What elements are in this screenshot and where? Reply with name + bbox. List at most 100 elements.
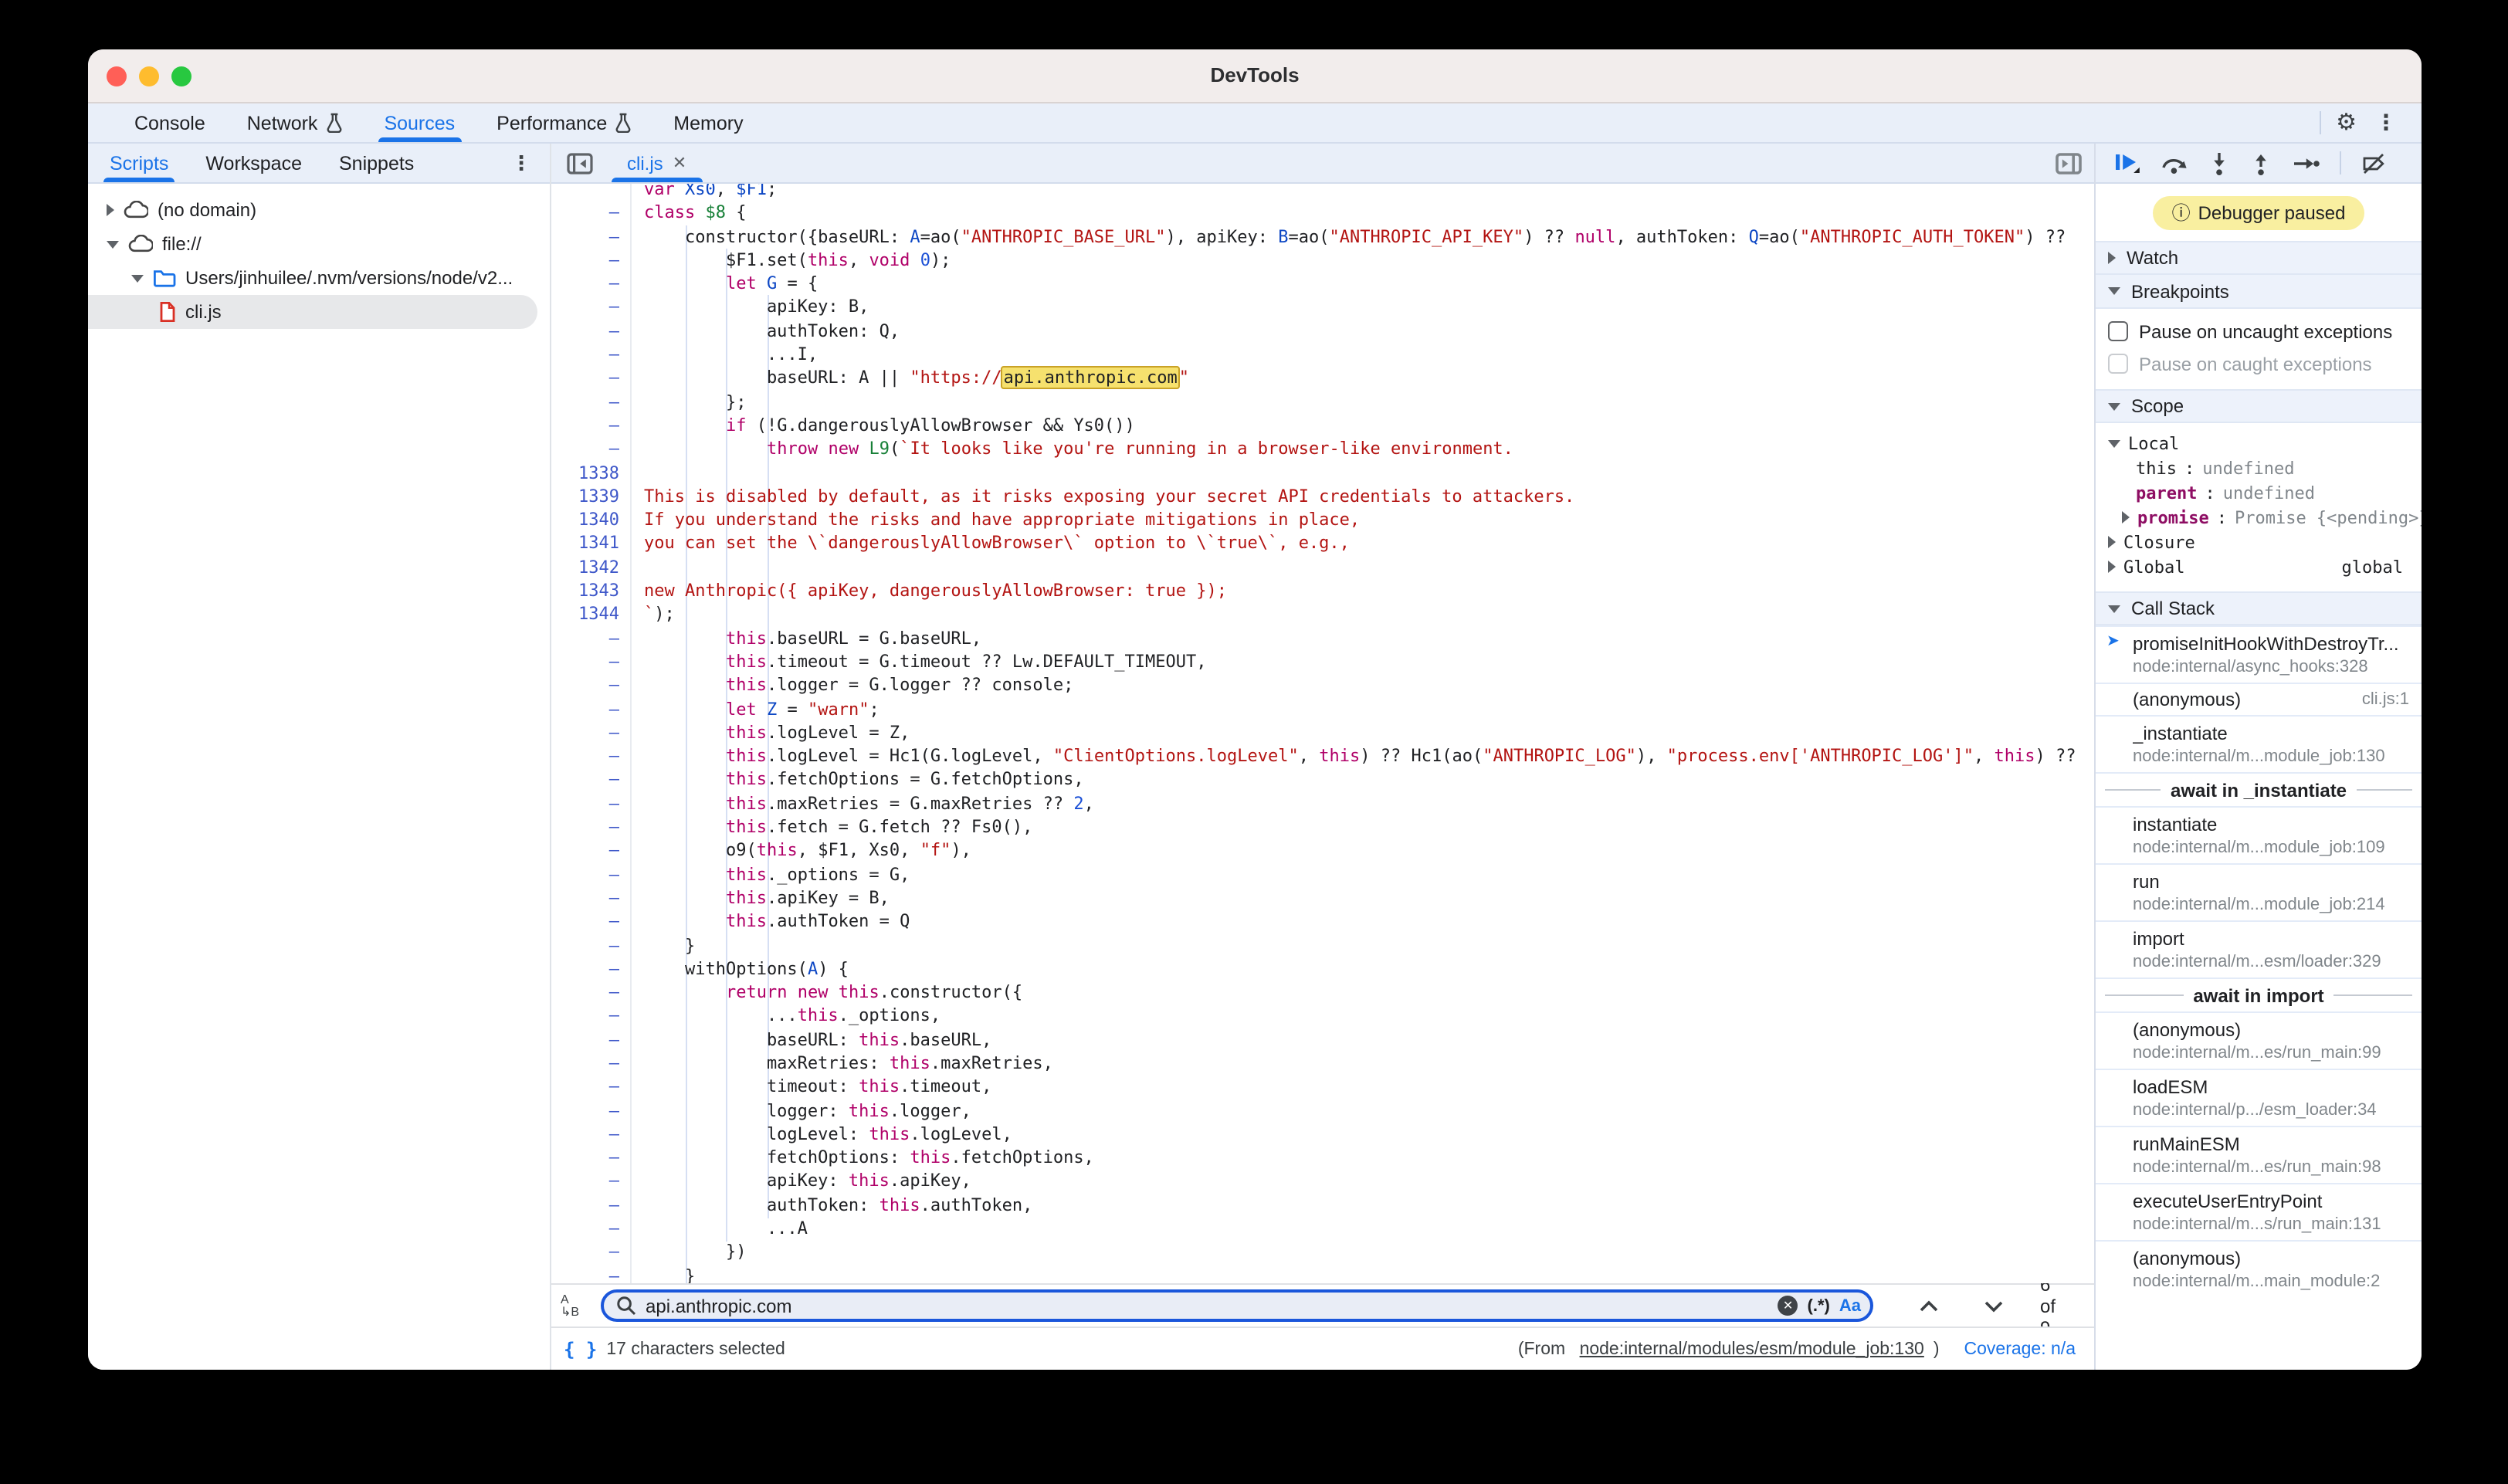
code-text[interactable]: this.fetch = G.fetch ?? Fs0(), [632,815,1032,839]
gutter-cell[interactable]: – [551,1005,632,1028]
tab-network[interactable]: Network [247,103,343,142]
code-line[interactable]: 1344`); [551,603,2094,627]
code-text[interactable]: this.logLevel = Hc1(G.logLevel, "ClientO… [632,744,2076,768]
code-text[interactable]: this._options = G, [632,862,910,886]
code-line[interactable]: – fetchOptions: this.fetchOptions, [551,1146,2094,1170]
show-debugger-panel-icon[interactable] [2056,152,2082,174]
previous-match-icon[interactable] [1920,1299,1938,1312]
callstack-frame[interactable]: importnode:internal/m...esm/loader:329 [2096,920,2422,977]
gutter-cell[interactable]: – [551,721,632,745]
code-line[interactable]: – this.logLevel = Z, [551,721,2094,745]
gutter-cell[interactable]: – [551,343,632,367]
search-input[interactable]: api.anthropic.com ✕ (.*) Aa [601,1289,1873,1322]
code-line[interactable]: – if (!G.dangerouslyAllowBrowser && Ys0(… [551,414,2094,438]
gutter-cell[interactable]: – [551,249,632,273]
tab-sources[interactable]: Sources [384,103,455,142]
scope-entry[interactable]: parent: undefined [2096,480,2422,505]
scope-closure[interactable]: Closure [2096,530,2422,554]
gutter-cell[interactable]: 1344 [551,603,632,627]
pretty-print-icon[interactable]: { } [564,1338,597,1360]
gutter-cell[interactable]: – [551,1146,632,1170]
callstack-frame[interactable]: (anonymous)cli.js:1 [2096,683,2422,715]
source-mapping-link[interactable]: node:internal/modules/esm/module_job:130 [1580,1340,1924,1358]
pause-caught-exceptions-row[interactable]: Pause on caught exceptions [2096,347,2422,380]
code-text[interactable]: logLevel: this.logLevel, [632,1123,1012,1147]
gutter-cell[interactable]: – [551,367,632,391]
code-text[interactable]: apiKey: B, [632,296,869,320]
more-options-icon[interactable]: ⋮ [2375,110,2397,136]
code-line[interactable]: 1343new Anthropic({ apiKey, dangerouslyA… [551,579,2094,603]
code-line[interactable]: – this.authToken = Q [551,910,2094,933]
regex-toggle[interactable]: (.*) [1808,1296,1830,1315]
checkbox[interactable] [2108,354,2128,374]
chevron-right-icon[interactable] [2108,561,2116,573]
code-line[interactable]: – throw new L9(`It looks like you're run… [551,438,2094,462]
gutter-cell[interactable]: – [551,1099,632,1123]
code-text[interactable]: you can set the \`dangerouslyAllowBrowse… [632,532,1350,556]
next-match-icon[interactable] [1984,1299,2003,1312]
tab-console[interactable]: Console [134,103,205,142]
code-line[interactable]: – let G = { [551,272,2094,296]
code-line[interactable]: – this.logger = G.logger ?? console; [551,673,2094,697]
gutter-cell[interactable]: – [551,697,632,721]
code-line[interactable]: – authToken: Q, [551,320,2094,344]
code-text[interactable]: $F1.set(this, void 0); [632,249,951,273]
code-text[interactable]: let Z = "warn"; [632,697,879,721]
code-text[interactable]: withOptions(A) { [632,957,849,981]
chevron-right-icon[interactable] [107,204,114,216]
gutter-cell[interactable]: – [551,910,632,933]
gutter-cell[interactable]: – [551,933,632,957]
gutter-cell[interactable]: – [551,1217,632,1241]
search-query[interactable]: api.anthropic.com [646,1295,1769,1316]
code-text[interactable]: ...A [632,1217,808,1241]
code-line[interactable]: – timeout: this.timeout, [551,1076,2094,1099]
code-line[interactable]: – ...A [551,1217,2094,1241]
chevron-down-icon[interactable] [2108,439,2120,447]
match-case-toggle[interactable]: Aa [1839,1296,1861,1315]
code-text[interactable]: This is disabled by default, as it risks… [632,485,1574,509]
code-line[interactable]: – this.fetch = G.fetch ?? Fs0(), [551,815,2094,839]
code-line[interactable]: – apiKey: B, [551,296,2094,320]
code-line[interactable]: 1341you can set the \`dangerouslyAllowBr… [551,532,2094,556]
code-line[interactable]: – return new this.constructor({ [551,981,2094,1005]
code-line[interactable]: – apiKey: this.apiKey, [551,1170,2094,1194]
code-text[interactable]: this.timeout = G.timeout ?? Lw.DEFAULT_T… [632,650,1207,674]
gutter-cell[interactable]: – [551,957,632,981]
code-line[interactable]: – ...this._options, [551,1005,2094,1028]
code-text[interactable]: apiKey: this.apiKey, [632,1170,971,1194]
code-text[interactable]: logger: this.logger, [632,1099,971,1123]
gutter-cell[interactable]: – [551,320,632,344]
callstack-frame[interactable]: promiseInitHookWithDestroyTr...node:inte… [2096,625,2422,683]
checkbox[interactable] [2108,321,2128,341]
tab-snippets[interactable]: Snippets [339,144,414,182]
code-text[interactable]: if (!G.dangerouslyAllowBrowser && Ys0()) [632,414,1135,438]
code-text[interactable]: return new this.constructor({ [632,981,1022,1005]
code-text[interactable]: authToken: this.authToken, [632,1194,1032,1218]
code-text[interactable]: ...I, [632,343,818,367]
gutter-cell[interactable]: – [551,1028,632,1052]
hide-navigator-icon[interactable] [567,152,593,174]
code-text[interactable]: this.logLevel = Z, [632,721,910,745]
code-text[interactable]: } [632,933,695,957]
section-watch[interactable]: Watch [2096,241,2422,275]
callstack-frame[interactable]: (anonymous)node:internal/m...main_module… [2096,1240,2422,1297]
step-into-icon[interactable] [2208,151,2230,175]
gutter-cell[interactable]: – [551,673,632,697]
code-text[interactable]: class $8 { [632,202,747,225]
code-line[interactable]: – this.apiKey = B, [551,886,2094,910]
gutter-cell[interactable]: 1340 [551,508,632,532]
gutter-cell[interactable]: – [551,981,632,1005]
code-line[interactable]: – this.logLevel = Hc1(G.logLevel, "Clien… [551,744,2094,768]
code-text[interactable]: this.maxRetries = G.maxRetries ?? 2, [632,791,1094,815]
callstack-frame[interactable]: executeUserEntryPointnode:internal/m...s… [2096,1183,2422,1240]
code-text[interactable]: constructor({baseURL: A=ao("ANTHROPIC_BA… [632,225,2066,249]
code-line[interactable]: – this.timeout = G.timeout ?? Lw.DEFAULT… [551,650,2094,674]
code-line[interactable]: – $F1.set(this, void 0); [551,249,2094,273]
code-line[interactable]: – let Z = "warn"; [551,697,2094,721]
gutter-cell[interactable]: – [551,1052,632,1076]
gutter-cell[interactable]: – [551,768,632,792]
code-text[interactable]: this.logger = G.logger ?? console; [632,673,1073,697]
resume-icon[interactable] [2114,151,2140,174]
code-line[interactable]: – } [551,933,2094,957]
step-out-icon[interactable] [2250,151,2272,175]
